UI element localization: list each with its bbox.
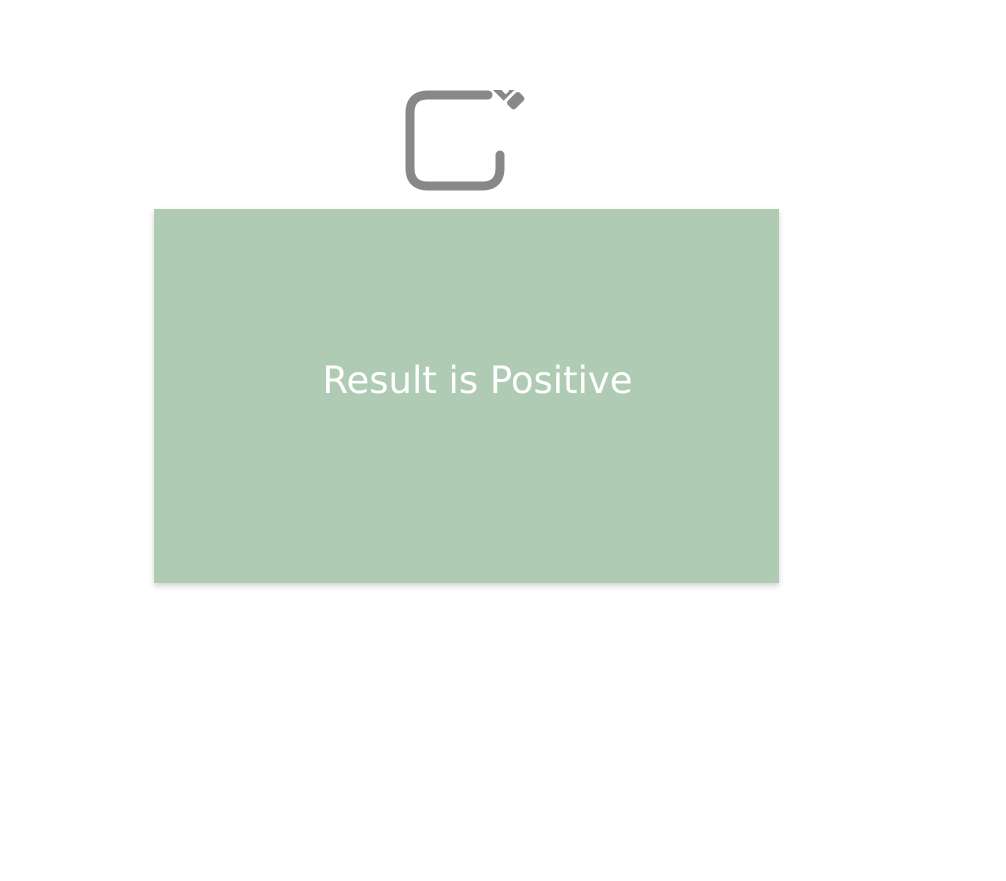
pencil-square-icon bbox=[405, 40, 525, 191]
edit-icon[interactable] bbox=[405, 40, 535, 194]
result-text: Result is Positive bbox=[322, 358, 633, 402]
result-card: Result is Positive bbox=[154, 209, 779, 583]
